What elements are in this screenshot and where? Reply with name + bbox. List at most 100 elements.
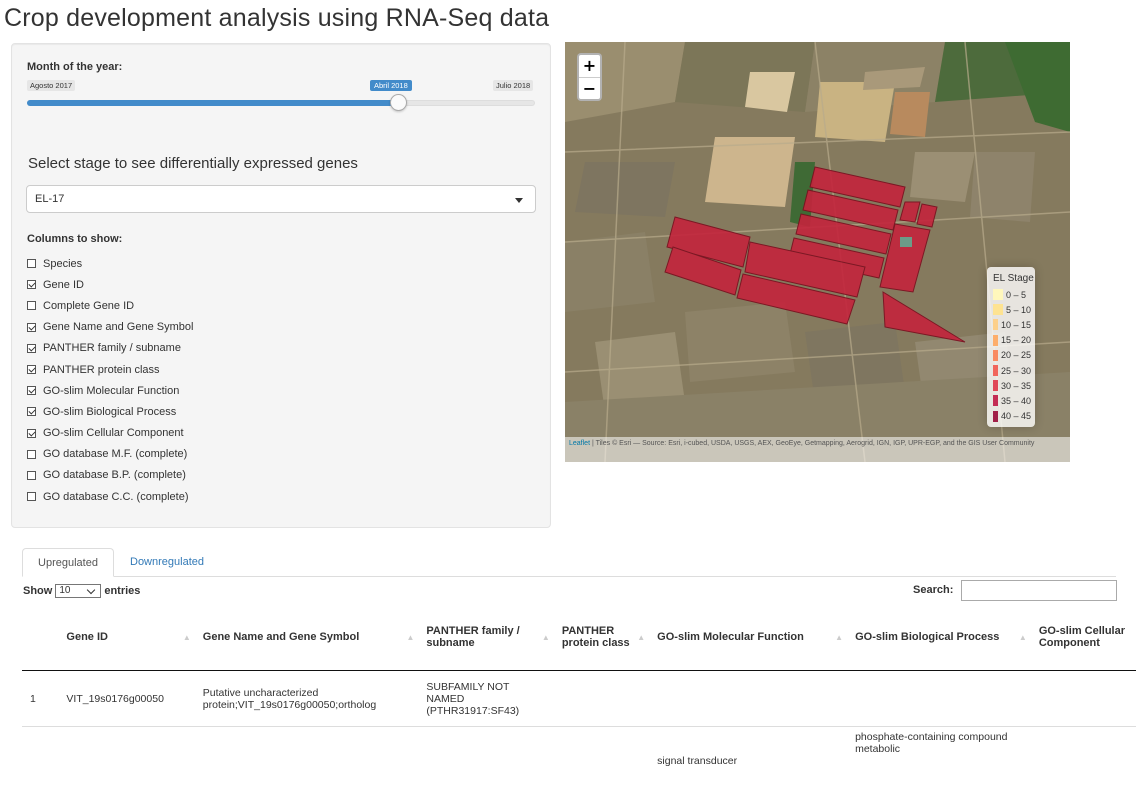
table-cell: 1 bbox=[22, 671, 58, 727]
sort-icon: ▲ bbox=[542, 633, 550, 642]
column-header[interactable]: PANTHER family / subname ▲ bbox=[418, 604, 553, 671]
slider-max-label: Julio 2018 bbox=[493, 80, 533, 91]
column-header bbox=[22, 604, 58, 671]
zoom-control: + − bbox=[577, 53, 602, 101]
checkbox[interactable] bbox=[27, 280, 36, 289]
legend-label: 35 – 40 bbox=[1001, 396, 1031, 406]
leaflet-link[interactable]: Leaflet bbox=[569, 440, 590, 447]
checkbox[interactable] bbox=[27, 386, 36, 395]
sort-icon: ▲ bbox=[183, 633, 191, 642]
sort-icon: ▲ bbox=[406, 633, 414, 642]
legend-swatch bbox=[993, 395, 998, 406]
legend-item: 40 – 45 bbox=[993, 411, 1031, 422]
column-option[interactable]: Gene ID bbox=[27, 274, 193, 295]
table-cell bbox=[1031, 727, 1136, 811]
legend-swatch bbox=[993, 350, 998, 361]
checkbox[interactable] bbox=[27, 301, 36, 310]
sort-icon: ▲ bbox=[835, 633, 843, 642]
legend-label: 5 – 10 bbox=[1006, 305, 1031, 315]
column-option-label: Gene ID bbox=[43, 279, 84, 291]
checkbox[interactable] bbox=[27, 471, 36, 480]
column-option-label: Gene Name and Gene Symbol bbox=[43, 321, 193, 333]
legend-label: 15 – 20 bbox=[1001, 335, 1031, 345]
map-attribution: Leaflet | Tiles © Esri — Source: Esri, i… bbox=[565, 437, 1070, 462]
show-label: Show bbox=[23, 585, 52, 597]
checkbox[interactable] bbox=[27, 407, 36, 416]
zoom-out-button[interactable]: − bbox=[579, 78, 600, 100]
column-header-label: GO-slim Biological Process bbox=[855, 631, 999, 643]
legend-swatch bbox=[993, 380, 998, 391]
column-option[interactable]: GO-slim Biological Process bbox=[27, 401, 193, 422]
column-header[interactable]: Gene ID▲ bbox=[58, 604, 194, 671]
column-option-label: PANTHER protein class bbox=[43, 364, 160, 376]
legend-swatch bbox=[993, 335, 998, 346]
legend-item: 20 – 25 bbox=[993, 350, 1031, 361]
legend-item: 30 – 35 bbox=[993, 380, 1031, 391]
column-option[interactable]: Species bbox=[27, 253, 193, 274]
table-cell bbox=[554, 727, 649, 811]
column-header[interactable]: GO-slim Molecular Function▲ bbox=[649, 604, 847, 671]
legend-label: 20 – 25 bbox=[1001, 350, 1031, 360]
legend-item: 0 – 5 bbox=[993, 289, 1031, 300]
table-cell bbox=[418, 727, 553, 811]
table-cell: Putative uncharacterized protein;VIT_19s… bbox=[195, 671, 419, 727]
zoom-in-button[interactable]: + bbox=[579, 55, 600, 78]
legend-label: 30 – 35 bbox=[1001, 381, 1031, 391]
legend-item: 10 – 15 bbox=[993, 319, 1031, 330]
table-row[interactable]: signal transducerphosphate-containing co… bbox=[22, 727, 1136, 811]
month-label: Month of the year: bbox=[27, 61, 122, 73]
legend-swatch bbox=[993, 365, 998, 376]
column-header[interactable]: Gene Name and Gene Symbol▲ bbox=[195, 604, 419, 671]
checkbox[interactable] bbox=[27, 492, 36, 501]
tab-downregulated[interactable]: Downregulated bbox=[116, 548, 218, 577]
column-option[interactable]: GO database C.C. (complete) bbox=[27, 486, 193, 507]
legend-swatch bbox=[993, 289, 1003, 300]
slider-min-label: Agosto 2017 bbox=[27, 80, 75, 91]
column-option[interactable]: PANTHER family / subname bbox=[27, 338, 193, 359]
column-option-label: GO database M.F. (complete) bbox=[43, 448, 187, 460]
stage-select[interactable]: EL-17 bbox=[26, 185, 536, 213]
table-cell bbox=[649, 671, 847, 727]
checkbox[interactable] bbox=[27, 344, 36, 353]
attribution-text: | Tiles © Esri — Source: Esri, i-cubed, … bbox=[590, 440, 1034, 447]
column-option[interactable]: GO database B.P. (complete) bbox=[27, 465, 193, 486]
column-header-label: GO-slim Cellular Component bbox=[1039, 625, 1125, 649]
table-cell bbox=[195, 727, 419, 811]
column-option[interactable]: Gene Name and Gene Symbol bbox=[27, 317, 193, 338]
column-option-label: GO database C.C. (complete) bbox=[43, 491, 189, 503]
chevron-down-icon bbox=[515, 198, 523, 203]
checkbox[interactable] bbox=[27, 323, 36, 332]
legend-label: 40 – 45 bbox=[1001, 411, 1031, 421]
column-option[interactable]: GO database M.F. (complete) bbox=[27, 444, 193, 465]
column-option-label: GO database B.P. (complete) bbox=[43, 469, 186, 481]
legend-label: 0 – 5 bbox=[1006, 290, 1026, 300]
legend-label: 10 – 15 bbox=[1001, 320, 1031, 330]
column-option-label: GO-slim Molecular Function bbox=[43, 385, 179, 397]
table-cell bbox=[1031, 671, 1136, 727]
stage-select-value: EL-17 bbox=[35, 193, 64, 205]
tab-upregulated[interactable]: Upregulated bbox=[22, 548, 114, 577]
checkbox[interactable] bbox=[27, 429, 36, 438]
column-header[interactable]: PANTHER protein class▲ bbox=[554, 604, 649, 671]
column-header-label: PANTHER family / subname bbox=[426, 625, 519, 649]
checkbox[interactable] bbox=[27, 365, 36, 374]
search-input[interactable] bbox=[961, 580, 1117, 601]
column-option[interactable]: GO-slim Molecular Function bbox=[27, 380, 193, 401]
table-cell: phosphate-containing compound metabolic bbox=[847, 727, 1031, 811]
table-cell: signal transducer bbox=[649, 727, 847, 811]
table-cell: SUBFAMILY NOT NAMED (PTHR31917:SF43) bbox=[418, 671, 553, 727]
legend-item: 35 – 40 bbox=[993, 395, 1031, 406]
checkbox[interactable] bbox=[27, 450, 36, 459]
sort-icon: ▲ bbox=[1019, 633, 1027, 642]
table-row[interactable]: 1VIT_19s0176g00050Putative uncharacteriz… bbox=[22, 671, 1136, 727]
column-option[interactable]: PANTHER protein class bbox=[27, 359, 193, 380]
legend-item: 15 – 20 bbox=[993, 335, 1031, 346]
entries-select[interactable]: 10 bbox=[55, 584, 101, 598]
column-header[interactable]: GO-slim Cellular Component bbox=[1031, 604, 1136, 671]
column-option[interactable]: Complete Gene ID bbox=[27, 295, 193, 316]
column-option-label: Complete Gene ID bbox=[43, 300, 134, 312]
column-header[interactable]: GO-slim Biological Process ▲ bbox=[847, 604, 1031, 671]
checkbox[interactable] bbox=[27, 259, 36, 268]
month-slider-handle[interactable] bbox=[390, 94, 407, 111]
column-option[interactable]: GO-slim Cellular Component bbox=[27, 423, 193, 444]
